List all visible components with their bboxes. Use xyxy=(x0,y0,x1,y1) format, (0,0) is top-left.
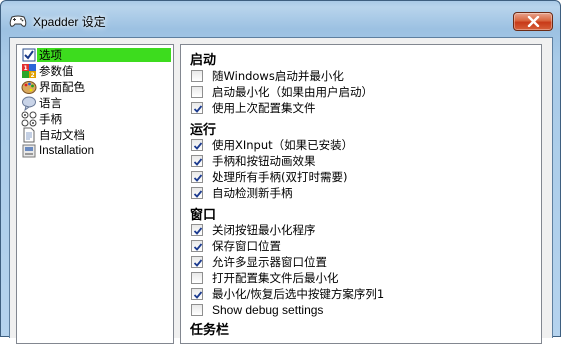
tree-item-parameters[interactable]: 1 2 参数值 xyxy=(19,63,171,79)
checkbox[interactable] xyxy=(191,256,203,268)
option-label: 自动检测新手柄 xyxy=(212,186,293,200)
svg-text:2: 2 xyxy=(31,72,35,79)
checkbox[interactable] xyxy=(191,171,203,183)
category-tree[interactable]: 选项 1 2 参数值 界面配色 语言 手柄 自动文档 Installation xyxy=(16,44,174,344)
tree-item-installation[interactable]: Installation xyxy=(19,143,171,159)
title-bar[interactable]: Xpadder 设定 xyxy=(1,1,560,37)
checkmark-icon xyxy=(193,158,203,166)
close-button[interactable] xyxy=(513,12,553,31)
checkbox-icon xyxy=(22,48,36,62)
tree-item-language[interactable]: 语言 xyxy=(19,95,171,111)
settings-client-area: 选项 1 2 参数值 界面配色 语言 手柄 自动文档 Installation … xyxy=(9,37,553,344)
option-label: 最小化/恢复后选中按键方案序列1 xyxy=(212,287,385,301)
checkmark-icon xyxy=(193,259,203,267)
options-panel: 启动 随Windows启动并最小化 启动最小化（如果由用户启动） 使用上次配置集… xyxy=(180,44,542,344)
section-heading-taskbar: 任务栏 xyxy=(190,323,230,338)
checkmark-icon xyxy=(193,243,203,251)
checkbox[interactable] xyxy=(191,155,203,167)
installer-icon xyxy=(22,144,36,158)
section-heading-running: 运行 xyxy=(190,123,217,138)
checkbox[interactable] xyxy=(191,304,203,316)
checkmark-icon xyxy=(193,227,203,235)
checkbox[interactable] xyxy=(191,70,203,82)
tree-item-label: 选项 xyxy=(37,48,171,62)
section-heading-startup: 启动 xyxy=(190,53,217,68)
checkbox[interactable] xyxy=(191,224,203,236)
option-label: 处理所有手柄(双打时需要) xyxy=(212,170,348,184)
checkmark-icon xyxy=(193,105,203,113)
checkbox[interactable] xyxy=(191,272,203,284)
close-icon xyxy=(527,16,540,27)
section-heading-window: 窗口 xyxy=(190,208,217,223)
option-label: 使用XInput（如果已安装） xyxy=(212,138,354,152)
checkbox[interactable] xyxy=(191,187,203,199)
gamepad-icon xyxy=(21,111,37,127)
tree-item-color-scheme[interactable]: 界面配色 xyxy=(19,79,171,95)
tree-item-label: 语言 xyxy=(39,96,62,110)
gamepad-icon xyxy=(9,15,27,27)
option-label: 随Windows启动并最小化 xyxy=(212,69,344,83)
checkmark-icon xyxy=(193,174,203,182)
tree-item-label: Installation xyxy=(39,145,94,157)
tree-item-label: 界面配色 xyxy=(39,80,85,94)
option-label: 手柄和按钮动画效果 xyxy=(212,154,316,168)
option-label: 使用上次配置集文件 xyxy=(212,101,316,115)
document-icon xyxy=(23,127,35,143)
palette-icon xyxy=(21,81,37,94)
option-label: 启动最小化（如果由用户启动） xyxy=(212,85,373,99)
checkbox[interactable] xyxy=(191,86,203,98)
option-label: 关闭按钮最小化程序 xyxy=(212,223,316,237)
app-window: Xpadder 设定 选项 1 2 参数值 界面配色 语言 手柄 自动文档 In… xyxy=(0,0,561,344)
svg-text:1: 1 xyxy=(24,65,28,72)
checkbox[interactable] xyxy=(191,240,203,252)
checkbox[interactable] xyxy=(191,288,203,300)
option-label: 打开配置集文件后最小化 xyxy=(212,271,339,285)
tree-item-controllers[interactable]: 手柄 xyxy=(19,111,171,127)
tree-item-label: 参数值 xyxy=(39,64,74,78)
tree-item-auto-document[interactable]: 自动文档 xyxy=(19,127,171,143)
checkmark-icon xyxy=(193,291,203,299)
speech-bubble-icon xyxy=(22,96,36,111)
option-label: Show debug settings xyxy=(212,303,324,317)
checkbox[interactable] xyxy=(191,102,203,114)
tree-item-options[interactable]: 选项 xyxy=(19,47,171,63)
checkmark-icon xyxy=(193,142,203,150)
tree-item-label: 自动文档 xyxy=(39,128,85,142)
checkmark-icon xyxy=(193,190,203,198)
option-label: 允许多显示器窗口位置 xyxy=(212,255,327,269)
checkbox[interactable] xyxy=(191,139,203,151)
numbers-icon: 1 2 xyxy=(22,64,36,79)
tree-item-label: 手柄 xyxy=(39,112,62,126)
window-title: Xpadder 设定 xyxy=(33,15,106,29)
option-label: 保存窗口位置 xyxy=(212,239,281,253)
